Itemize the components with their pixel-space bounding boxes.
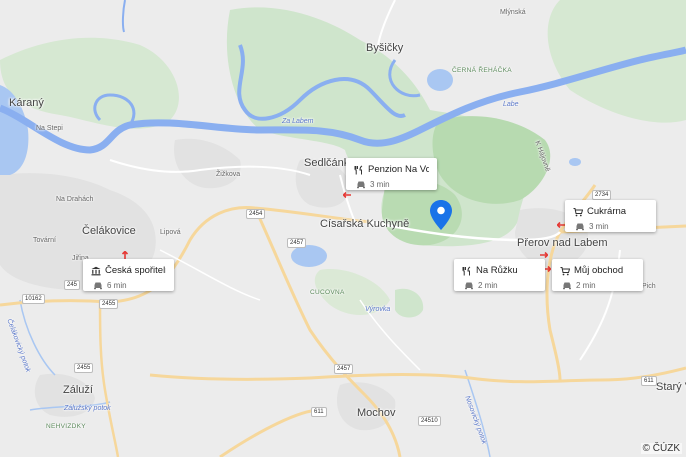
road-number: 2457 (287, 238, 307, 248)
direction-arrow-icon (121, 251, 129, 259)
river-label: Výrovka (365, 306, 391, 313)
map-attribution[interactable]: © ČÚZK (640, 443, 682, 454)
restaurant-icon (354, 165, 364, 175)
poi-card-na-ruzku[interactable]: Na Růžku 2 min (454, 259, 545, 291)
street-label: Na Stepi (36, 125, 63, 132)
poi-travel-time: 2 min (576, 280, 596, 290)
lake (427, 69, 453, 91)
road-number: 611 (641, 376, 657, 386)
poi-name: Na Růžku (476, 265, 518, 276)
river-label: Labe (503, 101, 519, 108)
car-icon (575, 221, 585, 231)
road-number: 2455 (99, 299, 119, 309)
car-icon (356, 179, 366, 189)
poi-card-cukrarna[interactable]: Cukrárna 3 min (565, 200, 656, 232)
area-label: NEHVIZDKY (46, 423, 86, 430)
road-number: 2457 (334, 364, 354, 374)
poi-travel-time: 3 min (370, 179, 390, 189)
street-label: Mlýnská (500, 9, 526, 16)
road-number: 2455 (74, 363, 94, 373)
poi-card-ceska-sporitelna[interactable]: Česká spořitelna 6 min (83, 259, 174, 291)
street-label: Na Drahách (56, 196, 94, 203)
car-icon (562, 280, 572, 290)
poi-name: Penzion Na Vošv... (368, 164, 429, 175)
road-number: 2734 (592, 190, 612, 200)
place-label: Starý Ve (656, 381, 686, 393)
river-label: Za Labem (282, 118, 314, 125)
poi-travel-time: 3 min (589, 221, 609, 231)
restaurant-icon (462, 266, 472, 276)
direction-arrow-icon (557, 221, 565, 229)
lake (569, 158, 581, 166)
bank-icon (91, 266, 101, 276)
place-label: Byšičky (366, 42, 404, 54)
poi-card-muj-obchod[interactable]: Můj obchod 2 min (552, 259, 643, 291)
poi-name: Můj obchod (574, 265, 624, 276)
area-label: CUCOVNA (310, 289, 345, 296)
direction-arrow-icon (540, 251, 548, 259)
street-label: Pich (642, 283, 656, 290)
street-label: Lipová (160, 229, 181, 236)
road-number: 245 (64, 280, 81, 290)
place-label: Čelákovice (82, 225, 136, 237)
street-label: Tovární (33, 237, 56, 244)
poi-name: Cukrárna (587, 206, 627, 217)
direction-arrow-icon (343, 191, 351, 199)
poi-travel-time: 6 min (107, 280, 127, 290)
area-label: ČERNÁ ŘEHÁČKA (452, 67, 512, 74)
river-label: Zálužský potok (64, 405, 111, 412)
place-label: Přerov nad Labem (517, 237, 608, 249)
poi-card-penzion[interactable]: Penzion Na Vošv... 3 min (346, 158, 437, 190)
place-label: Záluží (63, 384, 93, 396)
place-label: Káraný (9, 97, 44, 109)
lake (291, 245, 327, 267)
road-number: 2454 (246, 209, 266, 219)
poi-name: Česká spořitelna (105, 265, 166, 276)
car-icon (464, 280, 474, 290)
road-number: 611 (311, 407, 327, 417)
shopping-cart-icon (560, 266, 570, 276)
road-number: 10162 (22, 294, 45, 304)
poi-travel-time: 2 min (478, 280, 498, 290)
car-icon (93, 280, 103, 290)
location-pin-icon[interactable] (429, 199, 453, 231)
shopping-cart-icon (573, 207, 583, 217)
place-label: Mochov (357, 407, 396, 419)
street-label: Žižkova (216, 171, 241, 178)
place-label: Císařská Kuchyně (320, 218, 410, 230)
road-number: 24510 (418, 416, 441, 426)
